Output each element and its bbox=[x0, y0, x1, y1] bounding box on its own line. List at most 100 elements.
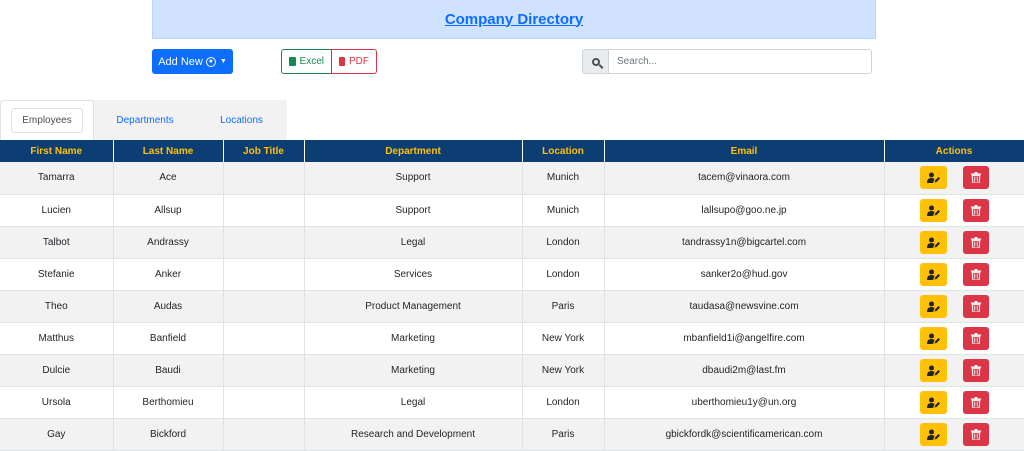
cell-email: uberthomieu1y@un.org bbox=[604, 386, 885, 419]
tab-departments-label: Departments bbox=[116, 114, 174, 126]
cell-job-title bbox=[223, 354, 305, 387]
delete-button[interactable] bbox=[962, 326, 989, 350]
user-edit-icon bbox=[926, 429, 940, 440]
table-row: Talbot Andrassy Legal London tandrassy1n… bbox=[0, 226, 1024, 259]
excel-button[interactable]: Excel bbox=[281, 49, 332, 74]
delete-button[interactable] bbox=[962, 422, 989, 446]
delete-button[interactable] bbox=[962, 230, 989, 254]
table-row: Theo Audas Product Management Paris taud… bbox=[0, 290, 1024, 323]
pdf-button[interactable]: PDF bbox=[332, 49, 377, 74]
tab-locations[interactable]: Locations bbox=[196, 100, 287, 140]
col-location[interactable]: Location bbox=[522, 140, 605, 162]
table-row: Lucien Allsup Support Munich lallsupo@go… bbox=[0, 194, 1024, 227]
col-email[interactable]: Email bbox=[604, 140, 885, 162]
delete-button[interactable] bbox=[962, 262, 989, 286]
cell-email: lallsupo@goo.ne.jp bbox=[604, 194, 885, 227]
cell-last-name: Banfield bbox=[113, 322, 224, 355]
cell-location: Paris bbox=[522, 290, 605, 323]
delete-button[interactable] bbox=[962, 294, 989, 318]
cell-last-name: Andrassy bbox=[113, 226, 224, 259]
edit-button[interactable] bbox=[919, 294, 947, 318]
cell-actions bbox=[884, 354, 1024, 387]
cell-actions bbox=[884, 162, 1024, 195]
cell-email: sanker2o@hud.gov bbox=[604, 258, 885, 291]
search-button[interactable] bbox=[582, 49, 609, 74]
table-body: Tamarra Ace Support Munich tacem@vinaora… bbox=[0, 162, 1024, 451]
cell-job-title bbox=[223, 194, 305, 227]
table-row: Stefanie Anker Services London sanker2o@… bbox=[0, 258, 1024, 291]
cell-last-name: Allsup bbox=[113, 194, 224, 227]
trash-icon bbox=[970, 300, 981, 312]
trash-icon bbox=[970, 268, 981, 280]
edit-button[interactable] bbox=[919, 166, 947, 190]
cell-actions bbox=[884, 386, 1024, 419]
edit-button[interactable] bbox=[919, 262, 947, 286]
trash-icon bbox=[970, 396, 981, 408]
cell-job-title bbox=[223, 290, 305, 323]
tab-employees[interactable]: Employees bbox=[0, 100, 94, 140]
delete-button[interactable] bbox=[962, 198, 989, 222]
cell-first-name: Talbot bbox=[0, 226, 114, 259]
cell-job-title bbox=[223, 162, 305, 195]
cell-department: Marketing bbox=[304, 322, 523, 355]
add-new-label: Add New bbox=[158, 55, 203, 68]
cell-department: Legal bbox=[304, 386, 523, 419]
trash-icon bbox=[970, 428, 981, 440]
edit-button[interactable] bbox=[919, 358, 947, 382]
cell-location: London bbox=[522, 386, 605, 419]
col-last-name[interactable]: Last Name bbox=[113, 140, 224, 162]
excel-label: Excel bbox=[299, 56, 324, 67]
cell-actions bbox=[884, 258, 1024, 291]
edit-button[interactable] bbox=[919, 230, 947, 254]
col-actions: Actions bbox=[884, 140, 1024, 162]
cell-location: New York bbox=[522, 322, 605, 355]
edit-button[interactable] bbox=[919, 198, 947, 222]
cell-first-name: Gay bbox=[0, 418, 114, 451]
trash-icon bbox=[970, 332, 981, 344]
edit-button[interactable] bbox=[919, 390, 947, 414]
col-first-name[interactable]: First Name bbox=[0, 140, 114, 162]
edit-button[interactable] bbox=[919, 326, 947, 350]
cell-first-name: Dulcie bbox=[0, 354, 114, 387]
user-edit-icon bbox=[926, 237, 940, 248]
add-new-button[interactable]: Add New ● ▼ bbox=[152, 49, 233, 74]
cell-first-name: Stefanie bbox=[0, 258, 114, 291]
table-row: Gay Bickford Research and Development Pa… bbox=[0, 418, 1024, 451]
user-edit-icon bbox=[926, 269, 940, 280]
cell-job-title bbox=[223, 418, 305, 451]
cell-first-name: Ursola bbox=[0, 386, 114, 419]
user-edit-icon bbox=[926, 365, 940, 376]
tab-departments[interactable]: Departments bbox=[94, 100, 196, 140]
table-header-row: First Name Last Name Job Title Departmen… bbox=[0, 140, 1024, 162]
cell-actions bbox=[884, 194, 1024, 227]
col-job-title[interactable]: Job Title bbox=[223, 140, 305, 162]
cell-department: Support bbox=[304, 194, 523, 227]
cell-last-name: Ace bbox=[113, 162, 224, 195]
cell-last-name: Anker bbox=[113, 258, 224, 291]
cell-email: dbaudi2m@last.fm bbox=[604, 354, 885, 387]
pdf-label: PDF bbox=[349, 56, 369, 67]
page-title[interactable]: Company Directory bbox=[445, 11, 583, 28]
user-edit-icon bbox=[926, 301, 940, 312]
cell-last-name: Bickford bbox=[113, 418, 224, 451]
delete-button[interactable] bbox=[962, 390, 989, 414]
cell-actions bbox=[884, 418, 1024, 451]
title-bar: Company Directory bbox=[152, 0, 876, 39]
edit-button[interactable] bbox=[919, 422, 947, 446]
cell-location: Paris bbox=[522, 418, 605, 451]
cell-last-name: Baudi bbox=[113, 354, 224, 387]
cell-email: tacem@vinaora.com bbox=[604, 162, 885, 195]
cell-first-name: Theo bbox=[0, 290, 114, 323]
trash-icon bbox=[970, 364, 981, 376]
search-input[interactable] bbox=[609, 49, 872, 74]
delete-button[interactable] bbox=[962, 358, 989, 382]
cell-department: Research and Development bbox=[304, 418, 523, 451]
cell-first-name: Tamarra bbox=[0, 162, 114, 195]
user-circle-icon: ● bbox=[205, 56, 216, 67]
search-group bbox=[582, 49, 872, 74]
cell-email: mbanfield1i@angelfire.com bbox=[604, 322, 885, 355]
col-department[interactable]: Department bbox=[304, 140, 523, 162]
delete-button[interactable] bbox=[962, 166, 989, 190]
file-excel-icon bbox=[289, 57, 296, 66]
table-row: Dulcie Baudi Marketing New York dbaudi2m… bbox=[0, 354, 1024, 387]
